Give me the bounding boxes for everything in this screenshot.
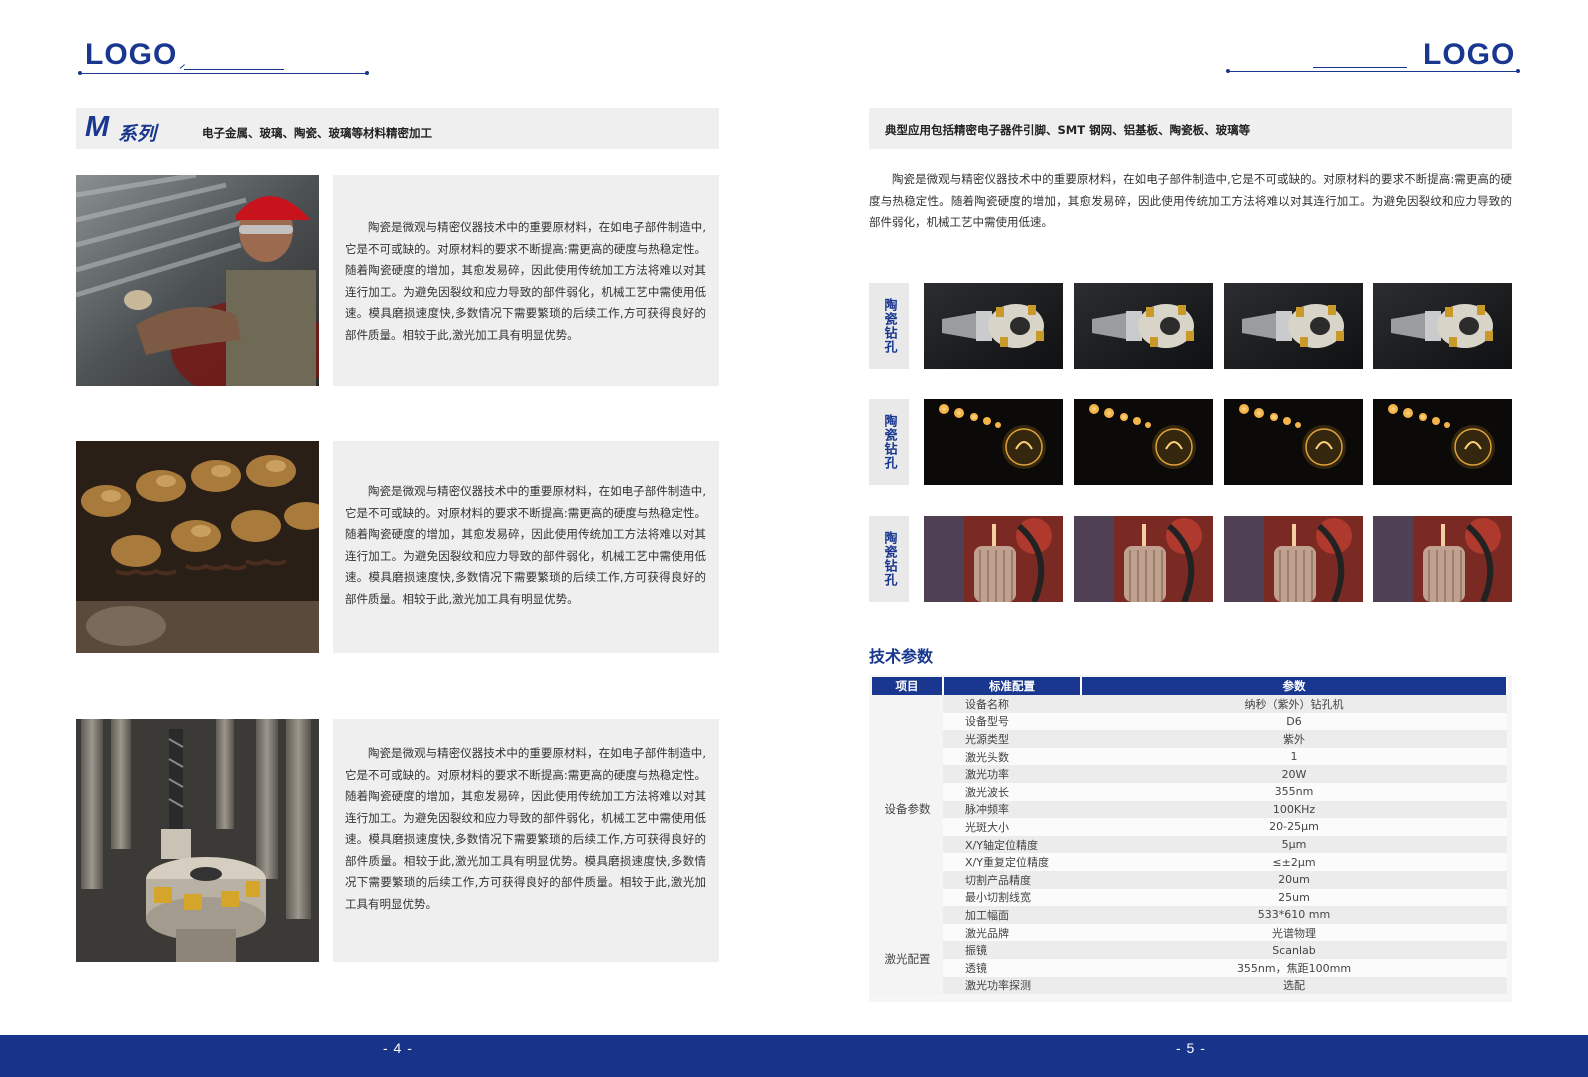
param-name: 振镜	[943, 941, 1081, 959]
table-row: 设备参数 设备名称 纳秒（紫外）钻孔机	[872, 695, 1507, 924]
worker-photo	[76, 175, 319, 386]
gallery-image	[1224, 516, 1363, 602]
table-row: 光源类型 紫外	[872, 730, 1507, 748]
text-panel-2: 陶瓷是微观与精密仪器技术中的重要原材料，在如电子部件制造中,它是不可或缺的。对原…	[333, 441, 719, 653]
row-label-2: 陶瓷钻孔	[869, 399, 909, 485]
param-name: 最小切割线宽	[943, 888, 1081, 907]
row-label-3: 陶瓷钻孔	[869, 516, 909, 602]
intro-paragraph: 陶瓷是微观与精密仪器技术中的重要原材料，在如电子部件制造中,它是不可或缺的。对原…	[869, 172, 1512, 229]
series-subtitle: 电子金属、玻璃、陶瓷、玻璃等材料精密加工	[202, 126, 432, 140]
block-1-text: 陶瓷是微观与精密仪器技术中的重要原材料，在如电子部件制造中,它是不可或缺的。对原…	[345, 220, 706, 342]
param-name: 光源类型	[943, 730, 1081, 748]
param-value: 20um	[1081, 870, 1507, 889]
param-name: X/Y重复定位精度	[943, 853, 1081, 871]
table-row: 激光功率探测 选配	[872, 976, 1507, 995]
table-row: 设备型号 D6	[872, 712, 1507, 731]
col-header-params: 参数	[1081, 677, 1508, 695]
param-name: 激光功率探测	[943, 976, 1081, 995]
param-value: 533*610 mm	[1081, 906, 1507, 924]
param-value: 355nm	[1081, 782, 1507, 801]
gallery-image	[924, 516, 1063, 602]
param-value: D6	[1081, 712, 1507, 731]
text-panel-1: 陶瓷是微观与精密仪器技术中的重要原材料，在如电子部件制造中,它是不可或缺的。对原…	[333, 175, 719, 386]
spec-table: 项目 标准配置 参数 设备参数 设备名称 纳秒（紫外）钻孔机 设备型号 D6 光源类型 紫外…	[872, 677, 1508, 995]
left-logo: LOGO	[85, 38, 178, 71]
table-row: 激光配置 激光品牌 光谱物理	[872, 923, 1507, 995]
table-row: 最小切割线宽 25um	[872, 888, 1507, 907]
gallery-image	[924, 283, 1063, 369]
table-row: 激光头数 1	[872, 747, 1507, 766]
gallery-image	[1224, 283, 1363, 369]
row-label-1: 陶瓷钻孔	[869, 283, 909, 369]
milling-tool-photo	[76, 719, 319, 962]
gallery-image	[1074, 283, 1213, 369]
param-name: 加工幅面	[943, 906, 1081, 924]
col-header-config: 标准配置	[943, 677, 1082, 695]
application-banner: 典型应用包括精密电子器件引脚、SMT 钢网、铝基板、陶瓷板、玻璃等	[869, 108, 1512, 149]
param-name: 透镜	[943, 958, 1081, 977]
spec-table-image: 项目 标准配置 参数 设备参数 设备名称 纳秒（紫外）钻孔机 设备型号 D6 光源类型 紫外…	[869, 675, 1512, 1002]
param-name: 切割产品精度	[943, 870, 1081, 889]
table-row: 透镜 355nm，焦距100mm	[872, 958, 1507, 977]
param-name: 光斑大小	[943, 818, 1081, 836]
param-value: 20-25μm	[1081, 818, 1507, 836]
table-row: 切割产品精度 20um	[872, 870, 1507, 889]
param-value: 100KHz	[1081, 800, 1507, 819]
table-row: 激光功率 20W	[872, 765, 1507, 783]
table-row: 光斑大小 20-25μm	[872, 818, 1507, 836]
gallery-image	[1224, 399, 1363, 485]
param-value: 25um	[1081, 888, 1507, 907]
table-row: 振镜 Scanlab	[872, 941, 1507, 959]
param-name: 激光品牌	[943, 923, 1081, 942]
param-name: 激光功率	[943, 765, 1081, 783]
table-row: 激光波长 355nm	[872, 782, 1507, 801]
param-value: ≤±2μm	[1081, 853, 1507, 871]
table-row: 脉冲频率 100KHz	[872, 800, 1507, 819]
block-3-text: 陶瓷是微观与精密仪器技术中的重要原材料，在如电子部件制造中,它是不可或缺的。对原…	[345, 746, 706, 911]
param-value: Scanlab	[1081, 941, 1507, 959]
param-value: 选配	[1081, 976, 1507, 995]
param-name: 脉冲频率	[943, 800, 1081, 819]
category-cell: 激光配置	[872, 923, 943, 995]
param-name: X/Y轴定位精度	[943, 835, 1081, 854]
series-banner: M 系列 电子金属、玻璃、陶瓷、玻璃等材料精密加工	[76, 108, 719, 149]
gallery-image	[1373, 516, 1512, 602]
param-name: 设备名称	[943, 695, 1081, 713]
right-logo: LOGO	[1423, 38, 1516, 71]
table-row: 加工幅面 533*610 mm	[872, 906, 1507, 924]
block-2-text: 陶瓷是微观与精密仪器技术中的重要原材料，在如电子部件制造中,它是不可或缺的。对原…	[345, 484, 706, 606]
param-name: 激光波长	[943, 782, 1081, 801]
gallery-image	[1074, 399, 1213, 485]
col-header-item: 项目	[872, 677, 944, 695]
application-banner-text: 典型应用包括精密电子器件引脚、SMT 钢网、铝基板、陶瓷板、玻璃等	[885, 123, 1251, 137]
page-number-right: - 5 -	[1176, 1040, 1206, 1056]
series-title: M	[85, 111, 110, 143]
page-number-left: - 4 -	[383, 1040, 413, 1056]
footer-bar	[0, 1035, 1588, 1077]
param-value: 紫外	[1081, 730, 1507, 748]
gallery-image	[1074, 516, 1213, 602]
param-value: 光谱物理	[1081, 923, 1507, 942]
category-cell: 设备参数	[872, 695, 943, 924]
param-value: 纳秒（紫外）钻孔机	[1081, 695, 1507, 713]
table-row: X/Y轴定位精度 5μm	[872, 835, 1507, 854]
text-panel-3: 陶瓷是微观与精密仪器技术中的重要原材料，在如电子部件制造中,它是不可或缺的。对原…	[333, 719, 719, 962]
engine-valves-photo	[76, 441, 319, 653]
param-value: 20W	[1081, 765, 1507, 783]
param-name: 激光头数	[943, 747, 1081, 766]
param-name: 设备型号	[943, 712, 1081, 731]
param-value: 1	[1081, 747, 1507, 766]
gallery-image	[1373, 283, 1512, 369]
spec-title: 技术参数	[869, 647, 934, 666]
param-value: 5μm	[1081, 835, 1507, 854]
series-suffix: 系列	[118, 123, 157, 145]
gallery-image	[1373, 399, 1512, 485]
gallery-image	[924, 399, 1063, 485]
table-row: X/Y重复定位精度 ≤±2μm	[872, 853, 1507, 871]
param-value: 355nm，焦距100mm	[1081, 958, 1507, 977]
